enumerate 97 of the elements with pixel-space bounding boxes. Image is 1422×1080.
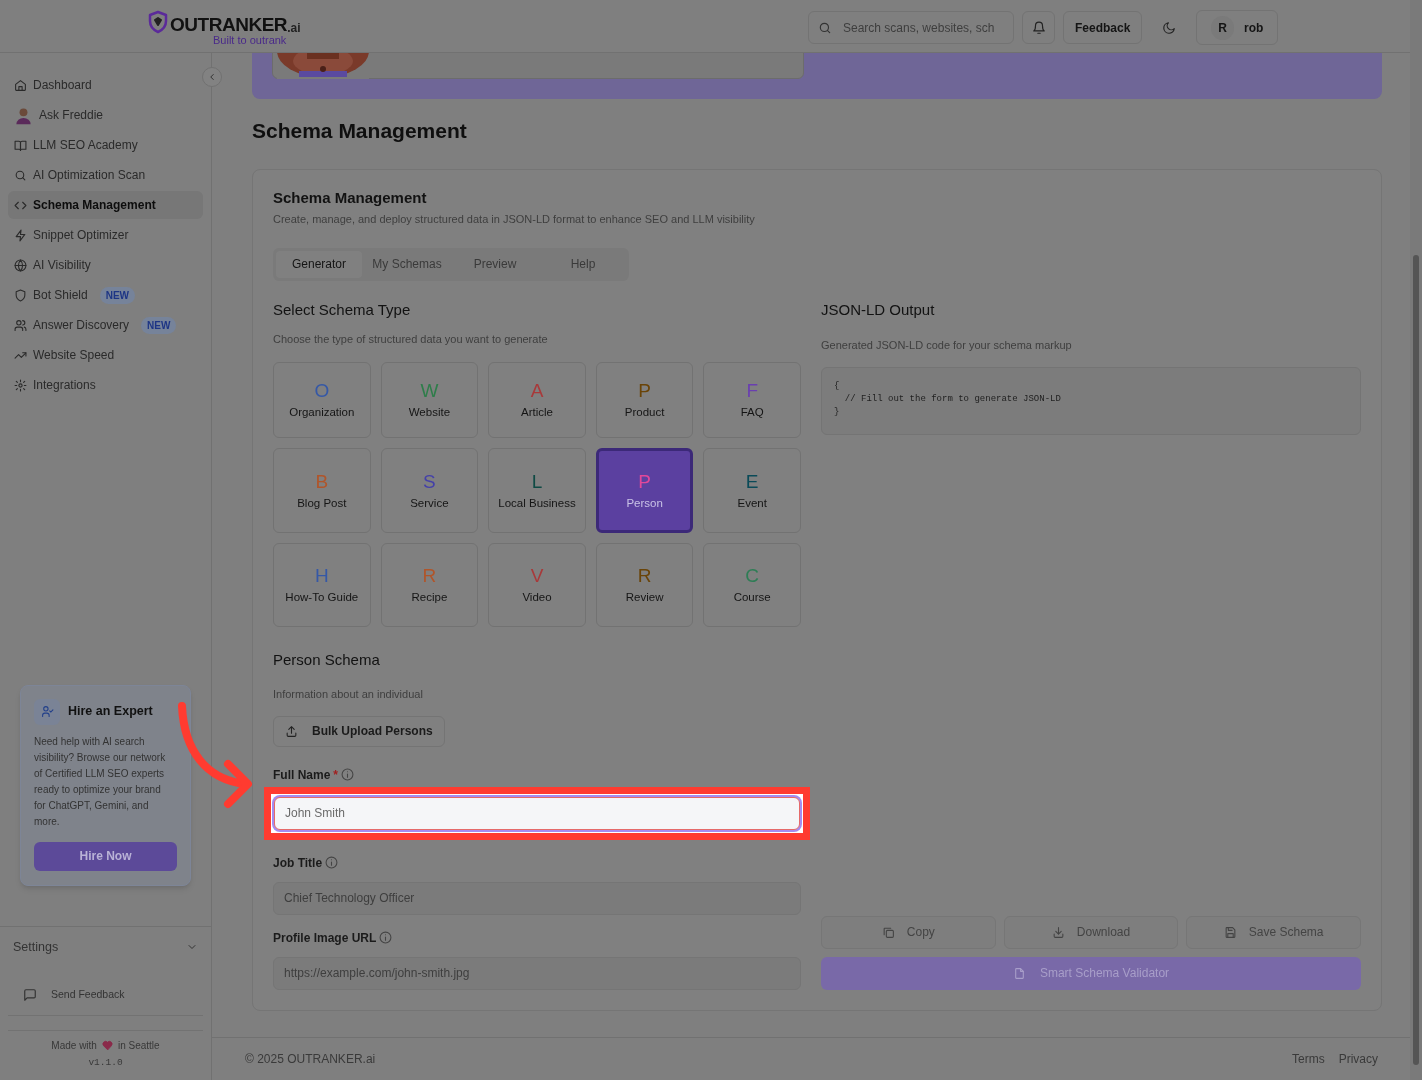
- logo-suffix: .ai: [287, 22, 301, 34]
- schema-type-card[interactable]: H How-To Guide: [273, 542, 371, 627]
- person-avatar-icon: [14, 105, 33, 125]
- sidebar-item[interactable]: Bot Shield NEW: [8, 281, 203, 309]
- tab[interactable]: My Schemas: [364, 250, 450, 278]
- schema-type-card[interactable]: F FAQ: [703, 361, 801, 438]
- section-subtitle: Choose the type of structured data you want to generate: [273, 332, 549, 347]
- user-check-icon: [40, 705, 54, 719]
- schema-type-card[interactable]: W Website: [380, 361, 479, 438]
- schema-type-card[interactable]: S Service: [380, 447, 479, 533]
- sidebar-item[interactable]: Integrations: [8, 371, 203, 399]
- chat-icon: [23, 988, 37, 1003]
- bulk-upload-button[interactable]: Bulk Upload Persons: [273, 715, 445, 747]
- section-title: Person Schema: [273, 649, 381, 670]
- copyright-text: © 2025 OUTRANKER.ai: [245, 1051, 376, 1068]
- sidebar-item[interactable]: Website Speed: [8, 341, 203, 369]
- sidebar-item[interactable]: Ask Freddie: [8, 101, 203, 129]
- panel-title: Schema Management: [273, 187, 428, 208]
- logo-text: OUTRANKER: [170, 15, 288, 34]
- footer-link[interactable]: Privacy: [1338, 1050, 1378, 1068]
- hire-now-button[interactable]: Hire Now: [34, 841, 177, 871]
- section-title: JSON-LD Output: [821, 299, 936, 320]
- field-label: Job Title: [273, 854, 323, 872]
- schema-type-card[interactable]: R Review: [595, 542, 694, 627]
- action-button[interactable]: Save Schema: [1186, 915, 1361, 949]
- panel-subtitle: Create, manage, and deploy structured data in JSON-LD format to enhance SEO and LLM visibility: [273, 212, 756, 227]
- schema-type-card[interactable]: P Product: [595, 361, 694, 438]
- globe-icon: [14, 258, 27, 272]
- user-name: rob: [1244, 19, 1264, 37]
- new-badge: NEW: [141, 316, 177, 334]
- card-description: Need help with AI search visibility? Browse our network of Certified LLM SEO experts ready to optimize your brand for ChatGPT, Gemini, and more.: [34, 734, 166, 829]
- search-icon: [14, 168, 27, 182]
- sidebar-item[interactable]: AI Visibility: [8, 251, 203, 279]
- search-icon: [818, 21, 832, 35]
- tab[interactable]: Generator: [276, 250, 362, 278]
- action-button[interactable]: Copy: [821, 915, 996, 949]
- copy-icon: [881, 925, 895, 939]
- section-subtitle: Information about an individual: [273, 687, 424, 702]
- sidebar-item[interactable]: Dashboard: [8, 71, 203, 99]
- field-label: Profile Image URL: [273, 929, 377, 947]
- page-title: Schema Management: [252, 118, 468, 144]
- sidebar-item[interactable]: Snippet Optimizer: [8, 221, 203, 249]
- schema-type-card[interactable]: V Video: [488, 542, 586, 627]
- schema-type-card[interactable]: P Person: [595, 447, 694, 533]
- schema-type-card[interactable]: R Recipe: [380, 542, 479, 627]
- shield-icon: [14, 288, 27, 302]
- tagline: Built to outrank: [213, 35, 288, 46]
- credit-text: in Seattle: [117, 1038, 160, 1053]
- schema-type-card[interactable]: A Article: [488, 361, 586, 438]
- book-icon: [14, 138, 27, 152]
- users-icon: [14, 318, 27, 332]
- card-title: Hire an Expert: [68, 703, 153, 721]
- moon-icon: [1161, 20, 1176, 35]
- version-text: v1.1.0: [88, 1055, 123, 1070]
- home-icon: [14, 78, 27, 92]
- text-field[interactable]: Chief Technology Officer: [273, 881, 801, 915]
- credit-text: Made with: [51, 1038, 97, 1053]
- tab[interactable]: Preview: [452, 250, 538, 278]
- document-icon: [1012, 966, 1026, 980]
- user-avatar: R: [1211, 15, 1234, 40]
- feedback-button[interactable]: Feedback: [1063, 11, 1143, 44]
- tab[interactable]: Help: [540, 250, 626, 278]
- heart-icon: [101, 1039, 113, 1051]
- section-title: Select Schema Type: [273, 299, 412, 320]
- footer-link[interactable]: Terms: [1292, 1050, 1325, 1068]
- schema-type-card[interactable]: B Blog Post: [273, 447, 371, 533]
- schema-type-card[interactable]: O Organization: [273, 361, 371, 438]
- schema-type-card[interactable]: C Course: [703, 542, 801, 627]
- new-badge: NEW: [99, 286, 136, 304]
- gear-icon: [14, 378, 27, 392]
- section-subtitle: Generated JSON-LD code for your schema markup: [821, 338, 1073, 353]
- user-menu-button[interactable]: R rob: [1196, 10, 1279, 45]
- info-icon: [379, 931, 393, 944]
- required-mark: *: [333, 766, 339, 784]
- notifications-button[interactable]: [1022, 11, 1055, 44]
- field-label: Full Name: [273, 766, 331, 784]
- full-name-field[interactable]: John Smith: [274, 796, 800, 830]
- sidebar-item[interactable]: Schema Management: [8, 191, 203, 219]
- sidebar-item[interactable]: LLM SEO Academy: [8, 131, 203, 159]
- sidebar-item[interactable]: Answer Discovery NEW: [8, 311, 203, 339]
- bell-icon: [1031, 20, 1046, 35]
- sidebar-item[interactable]: AI Optimization Scan: [8, 161, 203, 189]
- search-field[interactable]: Search scans, websites, sch: [808, 11, 1014, 44]
- schema-type-card[interactable]: E Event: [703, 447, 801, 533]
- chevron-left-icon: [207, 72, 217, 82]
- lightning-icon: [14, 228, 27, 242]
- download-icon: [1051, 925, 1065, 939]
- shield-logo-icon: [146, 10, 170, 34]
- code-block: { // Fill out the form to generate JSON-LD }: [821, 366, 1361, 435]
- send-feedback-link[interactable]: Send Feedback: [8, 975, 203, 1016]
- action-button[interactable]: Download: [1003, 915, 1179, 949]
- info-icon: [341, 768, 355, 781]
- text-field[interactable]: https://example.com/john-smith.jpg: [273, 956, 801, 990]
- schema-type-card[interactable]: L Local Business: [488, 447, 586, 533]
- upload-icon: [285, 724, 298, 738]
- info-icon: [325, 856, 339, 869]
- settings-toggle[interactable]: Settings: [0, 925, 211, 968]
